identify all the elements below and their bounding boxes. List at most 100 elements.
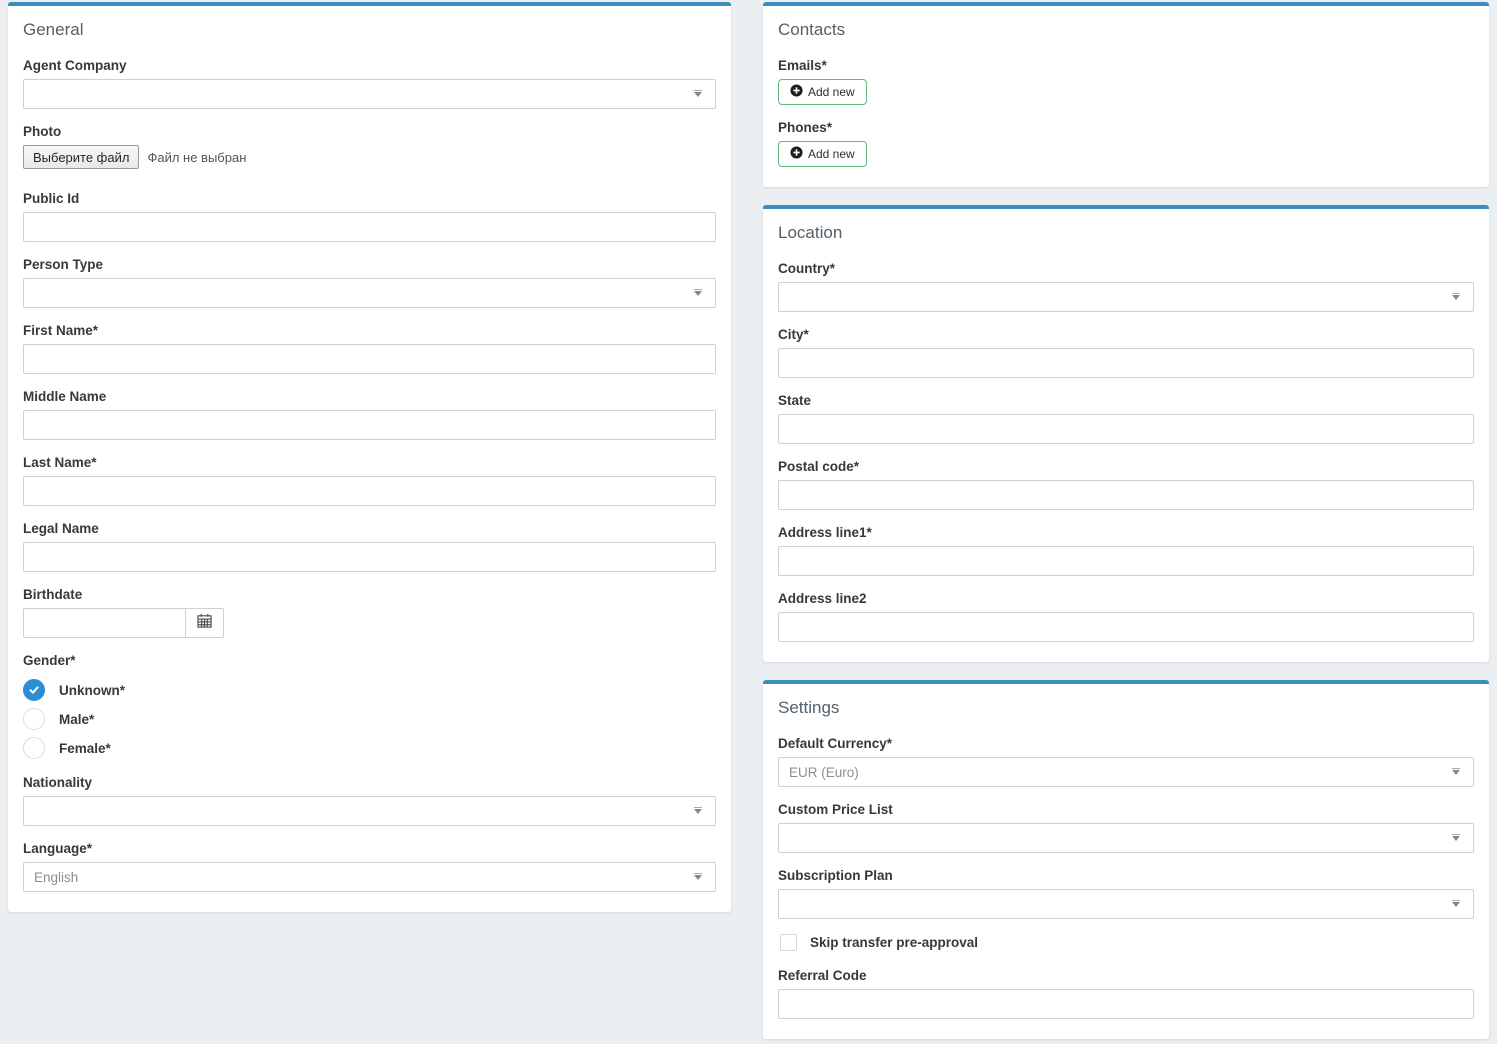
city-group: City*: [778, 327, 1474, 378]
country-select[interactable]: [778, 282, 1474, 312]
left-column: General Agent Company Photo Выберите фай…: [8, 2, 731, 912]
birthdate-calendar-button[interactable]: [186, 608, 224, 638]
public-id-group: Public Id: [23, 191, 716, 242]
choose-file-button[interactable]: Выберите файл: [23, 145, 139, 169]
referral-code-input[interactable]: [778, 989, 1474, 1019]
nationality-label: Nationality: [23, 775, 716, 790]
subscription-plan-label: Subscription Plan: [778, 868, 1474, 883]
address-line2-group: Address line2: [778, 591, 1474, 642]
postal-code-group: Postal code*: [778, 459, 1474, 510]
subscription-plan-group: Subscription Plan: [778, 868, 1474, 919]
gender-unknown-label: Unknown*: [59, 683, 125, 698]
public-id-label: Public Id: [23, 191, 716, 206]
referral-code-label: Referral Code: [778, 968, 1474, 983]
state-group: State: [778, 393, 1474, 444]
nationality-group: Nationality: [23, 775, 716, 826]
first-name-group: First Name*: [23, 323, 716, 374]
default-currency-group: Default Currency* EUR (Euro): [778, 736, 1474, 787]
legal-name-label: Legal Name: [23, 521, 716, 536]
state-label: State: [778, 393, 1474, 408]
photo-file-input: Выберите файл Файл не выбран: [23, 145, 716, 169]
caret-down-icon: [694, 809, 702, 814]
gender-radio-female[interactable]: Female*: [23, 736, 716, 760]
radio-unselected-icon: [23, 708, 45, 730]
phones-group: Phones* Add new: [778, 120, 1474, 167]
person-type-select[interactable]: [23, 278, 716, 308]
calendar-icon: [197, 613, 212, 633]
add-email-button[interactable]: Add new: [778, 79, 867, 105]
subscription-plan-select[interactable]: [778, 889, 1474, 919]
gender-female-label: Female*: [59, 741, 111, 756]
custom-price-list-label: Custom Price List: [778, 802, 1474, 817]
birthdate-label: Birthdate: [23, 587, 716, 602]
general-panel: General Agent Company Photo Выберите фай…: [8, 2, 731, 912]
plus-circle-icon: [790, 84, 803, 100]
custom-price-list-group: Custom Price List: [778, 802, 1474, 853]
city-input[interactable]: [778, 348, 1474, 378]
middle-name-label: Middle Name: [23, 389, 716, 404]
language-select[interactable]: English: [23, 862, 716, 892]
gender-radio-unknown[interactable]: Unknown*: [23, 678, 716, 702]
caret-down-icon: [1452, 295, 1460, 300]
address-line1-label: Address line1*: [778, 525, 1474, 540]
add-phone-button-label: Add new: [808, 147, 855, 161]
add-email-button-label: Add new: [808, 85, 855, 99]
gender-radio-male[interactable]: Male*: [23, 707, 716, 731]
plus-circle-icon: [790, 146, 803, 162]
emails-group: Emails* Add new: [778, 58, 1474, 105]
address-line2-label: Address line2: [778, 591, 1474, 606]
check-icon: [28, 684, 40, 696]
contacts-panel-title: Contacts: [778, 20, 1474, 40]
birthdate-input[interactable]: [23, 608, 186, 638]
agent-company-group: Agent Company: [23, 58, 716, 109]
default-currency-select-value: EUR (Euro): [789, 765, 859, 780]
gender-group: Gender* Unknown* Male* Female*: [23, 653, 716, 760]
first-name-input[interactable]: [23, 344, 716, 374]
referral-code-group: Referral Code: [778, 968, 1474, 1019]
last-name-input[interactable]: [23, 476, 716, 506]
radio-unselected-icon: [23, 737, 45, 759]
public-id-input[interactable]: [23, 212, 716, 242]
person-type-label: Person Type: [23, 257, 716, 272]
skip-transfer-checkbox-row[interactable]: Skip transfer pre-approval: [780, 934, 1474, 951]
caret-down-icon: [1452, 770, 1460, 775]
middle-name-input[interactable]: [23, 410, 716, 440]
agent-company-select[interactable]: [23, 79, 716, 109]
first-name-label: First Name*: [23, 323, 716, 338]
middle-name-group: Middle Name: [23, 389, 716, 440]
legal-name-input[interactable]: [23, 542, 716, 572]
caret-down-icon: [694, 875, 702, 880]
gender-male-label: Male*: [59, 712, 94, 727]
birthdate-group: Birthdate: [23, 587, 716, 638]
custom-price-list-select[interactable]: [778, 823, 1474, 853]
state-input[interactable]: [778, 414, 1474, 444]
last-name-group: Last Name*: [23, 455, 716, 506]
checkbox-unchecked-icon[interactable]: [780, 934, 797, 951]
skip-transfer-label: Skip transfer pre-approval: [810, 935, 978, 950]
caret-down-icon: [694, 92, 702, 97]
gender-label: Gender*: [23, 653, 716, 668]
language-select-value: English: [34, 870, 78, 885]
address-line1-group: Address line1*: [778, 525, 1474, 576]
agent-edit-form: General Agent Company Photo Выберите фай…: [0, 0, 1497, 1039]
language-label: Language*: [23, 841, 716, 856]
country-label: Country*: [778, 261, 1474, 276]
city-label: City*: [778, 327, 1474, 342]
default-currency-label: Default Currency*: [778, 736, 1474, 751]
contacts-panel: Contacts Emails* Add new Phones* Add new: [763, 2, 1489, 187]
right-column: Contacts Emails* Add new Phones* Add new: [763, 2, 1489, 1039]
country-group: Country*: [778, 261, 1474, 312]
settings-panel-title: Settings: [778, 698, 1474, 718]
add-phone-button[interactable]: Add new: [778, 141, 867, 167]
address-line1-input[interactable]: [778, 546, 1474, 576]
photo-group: Photo Выберите файл Файл не выбран: [23, 124, 716, 169]
phones-label: Phones*: [778, 120, 1474, 135]
last-name-label: Last Name*: [23, 455, 716, 470]
postal-code-label: Postal code*: [778, 459, 1474, 474]
caret-down-icon: [1452, 836, 1460, 841]
postal-code-input[interactable]: [778, 480, 1474, 510]
nationality-select[interactable]: [23, 796, 716, 826]
file-status-text: Файл не выбран: [147, 150, 246, 165]
default-currency-select[interactable]: EUR (Euro): [778, 757, 1474, 787]
address-line2-input[interactable]: [778, 612, 1474, 642]
